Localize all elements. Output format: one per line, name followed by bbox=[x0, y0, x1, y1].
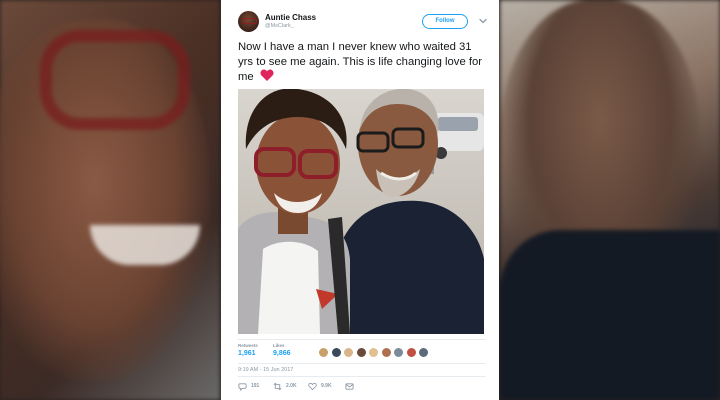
liker-avatar[interactable] bbox=[330, 347, 342, 358]
video-frame: Auntie Chass @MsClark_ Follow Now I have… bbox=[0, 0, 720, 400]
message-icon bbox=[345, 382, 354, 390]
tweet-card: Auntie Chass @MsClark_ Follow Now I have… bbox=[221, 0, 499, 400]
divider bbox=[238, 376, 486, 377]
tweet-actions: 191 2.0K 9.9K bbox=[238, 381, 488, 391]
chevron-down-icon[interactable] bbox=[478, 16, 488, 26]
author-avatar[interactable] bbox=[238, 11, 259, 32]
like-icon bbox=[308, 382, 317, 390]
tweet-text: Now I have a man I never knew who waited… bbox=[238, 40, 488, 85]
follow-button[interactable]: Follow bbox=[422, 14, 468, 29]
likes-count: 9,866 bbox=[273, 350, 291, 357]
engagement-stats: Retweets 1,961 Likes 9,866 bbox=[238, 343, 488, 361]
reply-button[interactable]: 191 bbox=[238, 381, 259, 391]
liker-avatar[interactable] bbox=[343, 347, 354, 358]
author-name[interactable]: Auntie Chass bbox=[265, 13, 316, 22]
retweets-count: 1,961 bbox=[238, 350, 256, 357]
heart-emoji-icon bbox=[260, 69, 274, 82]
blurred-background-left bbox=[0, 0, 220, 400]
likes-stat[interactable]: Likes 9,866 bbox=[273, 343, 291, 357]
tweet-text-body: Now I have a man I never knew who waited… bbox=[238, 41, 483, 84]
tweet-photo[interactable] bbox=[238, 89, 484, 334]
retweets-label: Retweets bbox=[238, 343, 258, 348]
blurred-background-right bbox=[500, 0, 720, 400]
retweet-button[interactable]: 2.0K bbox=[273, 381, 297, 391]
liker-avatar[interactable] bbox=[355, 347, 367, 358]
divider bbox=[238, 363, 486, 364]
like-button[interactable]: 9.9K bbox=[308, 381, 332, 391]
retweets-stat[interactable]: Retweets 1,961 bbox=[238, 343, 258, 357]
blurred-glasses-left bbox=[40, 30, 190, 130]
direct-message-button[interactable] bbox=[345, 381, 354, 391]
retweet-icon bbox=[273, 382, 282, 390]
liker-avatar[interactable] bbox=[393, 347, 404, 358]
retweet-count: 2.0K bbox=[286, 383, 297, 389]
liker-avatar[interactable] bbox=[380, 347, 392, 358]
liker-avatar[interactable] bbox=[318, 347, 329, 358]
divider bbox=[238, 339, 486, 340]
tweet-timestamp[interactable]: 9:19 AM - 15 Jun 2017 bbox=[238, 367, 293, 373]
like-count: 9.9K bbox=[321, 383, 332, 389]
liker-avatars[interactable] bbox=[318, 345, 431, 358]
selfie-photo bbox=[238, 89, 484, 334]
liker-avatar[interactable] bbox=[405, 347, 417, 358]
likes-label: Likes bbox=[273, 343, 285, 348]
blurred-shirt-right bbox=[500, 230, 720, 400]
author-handle[interactable]: @MsClark_ bbox=[265, 23, 294, 29]
liker-avatar[interactable] bbox=[418, 347, 429, 358]
tweet-header: Auntie Chass @MsClark_ Follow bbox=[238, 11, 490, 35]
liker-avatar[interactable] bbox=[368, 347, 379, 358]
reply-count: 191 bbox=[251, 383, 260, 389]
reply-icon bbox=[238, 382, 247, 391]
